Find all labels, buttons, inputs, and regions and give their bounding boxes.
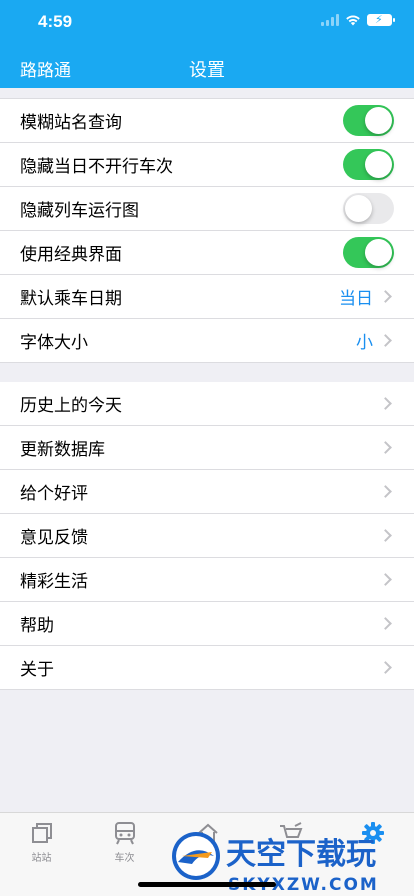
setting-label: 隐藏列车运行图 (20, 201, 139, 221)
watermark-text: 天空下载玩 (226, 837, 376, 872)
chevron-right-icon (379, 617, 392, 630)
tab-station[interactable]: 站站 (0, 821, 83, 864)
setting-label: 使用经典界面 (20, 245, 122, 265)
status-time: 4:59 (38, 12, 73, 31)
setting-label: 隐藏当日不开行车次 (20, 157, 173, 177)
menu-label: 关于 (20, 660, 54, 680)
setting-row-classic-ui: 使用经典界面 (0, 231, 414, 275)
settings-section-more: 历史上的今天 更新数据库 给个好评 意见反馈 精彩生活 帮助 关于 (0, 382, 414, 690)
menu-row-rate-app[interactable]: 给个好评 (0, 470, 414, 514)
tab-train[interactable]: 车次 (83, 821, 166, 864)
home-indicator (138, 882, 276, 887)
chevron-right-icon (379, 334, 392, 347)
setting-label: 默认乘车日期 (20, 289, 122, 309)
hide-not-running-toggle[interactable] (343, 149, 394, 180)
classic-ui-toggle[interactable] (343, 237, 394, 268)
wifi-icon (346, 15, 360, 26)
signal-icon (321, 14, 339, 26)
menu-row-feedback[interactable]: 意见反馈 (0, 514, 414, 558)
font-size-value: 小 (356, 333, 373, 353)
menu-label: 意见反馈 (20, 528, 88, 548)
menu-label: 帮助 (20, 616, 54, 636)
fuzzy-station-toggle[interactable] (343, 105, 394, 136)
menu-row-lifestyle[interactable]: 精彩生活 (0, 558, 414, 602)
menu-label: 精彩生活 (20, 572, 88, 592)
chevron-right-icon (379, 397, 392, 410)
menu-row-update-database[interactable]: 更新数据库 (0, 426, 414, 470)
status-icons: ⚡ (321, 13, 395, 26)
setting-row-default-date[interactable]: 默认乘车日期 当日 (0, 275, 414, 319)
chevron-right-icon (379, 485, 392, 498)
chevron-right-icon (379, 290, 392, 303)
settings-section-preferences: 模糊站名查询 隐藏当日不开行车次 隐藏列车运行图 使用经典界面 默认乘车日期 当… (0, 98, 414, 363)
setting-row-hide-diagram: 隐藏列车运行图 (0, 187, 414, 231)
menu-row-help[interactable]: 帮助 (0, 602, 414, 646)
menu-row-about[interactable]: 关于 (0, 646, 414, 690)
setting-row-fuzzy-station: 模糊站名查询 (0, 99, 414, 143)
menu-label: 更新数据库 (20, 440, 105, 460)
setting-row-hide-not-running: 隐藏当日不开行车次 (0, 143, 414, 187)
chevron-right-icon (379, 529, 392, 542)
tab-label: 车次 (114, 853, 135, 864)
setting-row-font-size[interactable]: 字体大小 小 (0, 319, 414, 363)
menu-row-history-today[interactable]: 历史上的今天 (0, 382, 414, 426)
stack-icon (31, 823, 52, 843)
train-icon (114, 822, 135, 845)
setting-label: 字体大小 (20, 333, 88, 353)
back-button[interactable]: 路路通 (20, 56, 71, 81)
chevron-right-icon (379, 661, 392, 674)
status-bar: 4:59 ⚡ (0, 0, 414, 44)
header: 4:59 ⚡ 设置 路路通 (0, 0, 414, 88)
menu-label: 给个好评 (20, 484, 88, 504)
hide-diagram-toggle[interactable] (343, 193, 394, 224)
nav-bar: 设置 路路通 (0, 44, 414, 88)
default-date-value: 当日 (339, 289, 373, 309)
menu-label: 历史上的今天 (20, 396, 122, 416)
battery-icon: ⚡ (367, 13, 395, 26)
chevron-right-icon (379, 441, 392, 454)
chevron-right-icon (379, 573, 392, 586)
setting-label: 模糊站名查询 (20, 113, 122, 133)
tab-label: 站站 (31, 853, 52, 864)
